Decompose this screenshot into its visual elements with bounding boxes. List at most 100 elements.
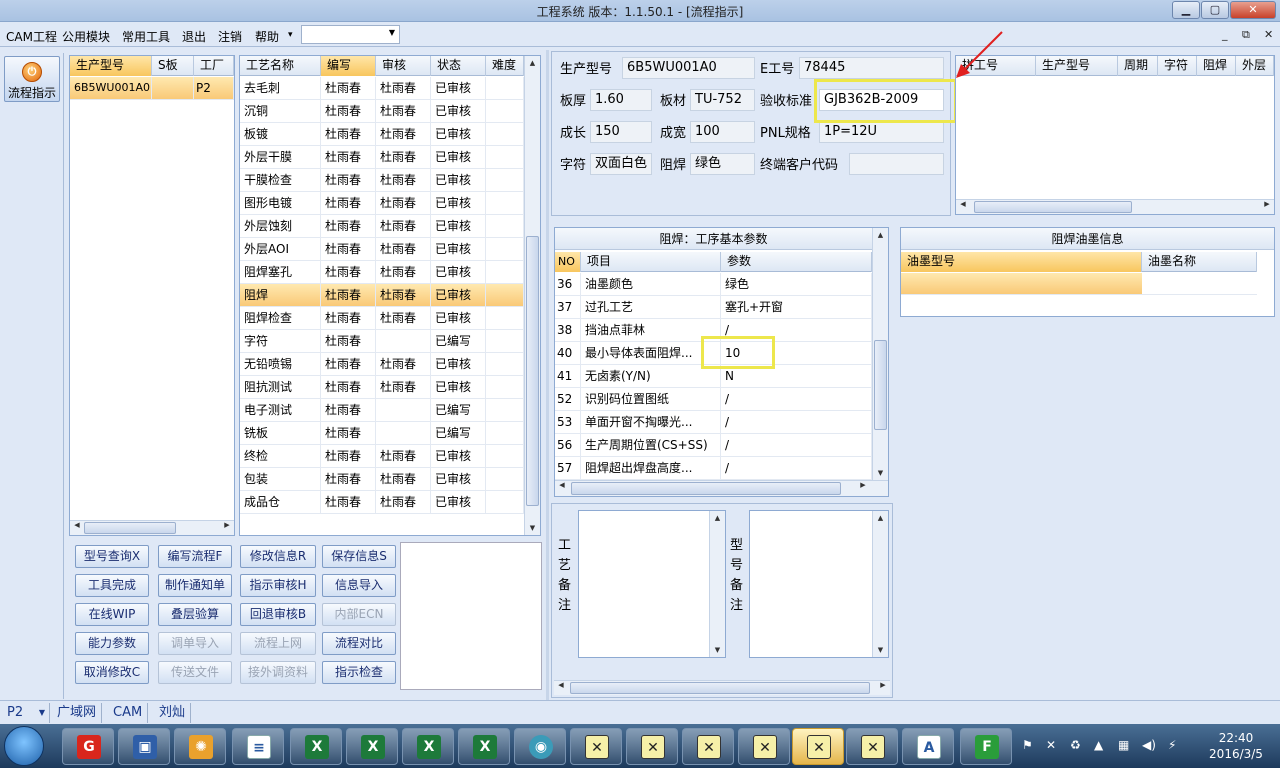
make-notice-button[interactable]: 制作通知单	[158, 574, 232, 597]
col-panel-model[interactable]: 生产型号	[1036, 56, 1118, 76]
menu-help[interactable]: 帮助	[255, 28, 279, 45]
col-cycle[interactable]: 周期	[1118, 56, 1158, 76]
product-list-hscroll[interactable]: ◀ ▶	[70, 520, 234, 535]
scroll-right-icon[interactable]: ▶	[856, 481, 870, 489]
process-row[interactable]: 无铅喷锡 杜雨春 杜雨春 已审核	[240, 353, 524, 376]
process-row[interactable]: 外层干膜 杜雨春 杜雨春 已审核	[240, 146, 524, 169]
field-customer[interactable]	[849, 153, 944, 175]
col-mask[interactable]: 阻焊	[1197, 56, 1236, 76]
order-import-button[interactable]: 调单导入	[158, 632, 232, 655]
menu-exit[interactable]: 退出	[182, 28, 206, 45]
send-file-button[interactable]: 传送文件	[158, 661, 232, 684]
taskbar-app-x4[interactable]: ✕	[738, 728, 790, 765]
internal-ecn-button[interactable]: 内部ECN	[322, 603, 396, 626]
process-row[interactable]: 板镀 杜雨春 杜雨春 已审核	[240, 123, 524, 146]
tray-x-icon[interactable]: ✕	[1046, 738, 1056, 752]
scroll-thumb[interactable]	[874, 340, 887, 430]
scroll-left-icon[interactable]: ◀	[555, 481, 569, 489]
field-pnl[interactable]: 1P=12U	[819, 121, 944, 143]
col-ink-model[interactable]: 油墨型号	[901, 252, 1142, 272]
model-notes-field[interactable]: ▲ ▼	[749, 510, 889, 658]
taskbar-app-3[interactable]: ✺	[174, 728, 226, 765]
col-model[interactable]: 生产型号	[70, 56, 152, 76]
field-model[interactable]: 6B5WU001A0	[622, 57, 755, 79]
taskbar-excel-3[interactable]: X	[402, 728, 454, 765]
menu-common-modules[interactable]: 公用模块	[62, 28, 110, 45]
process-row[interactable]: 电子测试 杜雨春 已编写	[240, 399, 524, 422]
taskbar-excel-2[interactable]: X	[346, 728, 398, 765]
col-s-board[interactable]: S板	[152, 56, 194, 76]
taskbar-app-x2[interactable]: ✕	[626, 728, 678, 765]
process-row[interactable]: 阻焊 杜雨春 杜雨春 已审核	[240, 284, 524, 307]
col-param[interactable]: 参数	[721, 252, 872, 272]
tray-flag-icon[interactable]: ⚑	[1022, 738, 1033, 752]
modify-info-button[interactable]: 修改信息R	[240, 545, 316, 568]
process-row[interactable]: 字符 杜雨春 已编写	[240, 330, 524, 353]
col-no[interactable]: NO	[555, 252, 581, 272]
menu-common-tools[interactable]: 常用工具	[122, 28, 170, 45]
col-process-name[interactable]: 工艺名称	[240, 56, 321, 76]
process-row[interactable]: 铣板 杜雨春 已编写	[240, 422, 524, 445]
process-row[interactable]: 阻抗测试 杜雨春 杜雨春 已审核	[240, 376, 524, 399]
param-row[interactable]: 52 识别码位置图纸 /	[555, 388, 872, 411]
save-info-button[interactable]: 保存信息S	[322, 545, 396, 568]
taskbar-excel-1[interactable]: X	[290, 728, 342, 765]
cancel-modify-button[interactable]: 取消修改C	[75, 661, 149, 684]
ink-row[interactable]	[901, 273, 1142, 295]
process-notes-field[interactable]: ▲ ▼	[578, 510, 726, 658]
scroll-left-icon[interactable]: ◀	[956, 200, 970, 208]
taskbar-excel-4[interactable]: X	[458, 728, 510, 765]
menu-cam[interactable]: CAM工程	[6, 28, 57, 45]
field-length[interactable]: 150	[590, 121, 652, 143]
scroll-thumb[interactable]	[526, 236, 539, 506]
scroll-down-icon[interactable]: ▼	[525, 521, 540, 535]
param-row[interactable]: 37 过孔工艺 塞孔+开窗	[555, 296, 872, 319]
process-row[interactable]: 图形电镀 杜雨春 杜雨春 已审核	[240, 192, 524, 215]
col-difficulty[interactable]: 难度	[486, 56, 524, 76]
taskbar-app-4[interactable]: ≡	[232, 728, 284, 765]
tray-network-icon[interactable]: ▦	[1118, 738, 1129, 752]
scroll-down-icon[interactable]: ▼	[873, 466, 888, 480]
scroll-up-icon[interactable]: ▲	[525, 56, 540, 70]
splitter[interactable]	[546, 50, 549, 700]
scroll-thumb[interactable]	[570, 682, 870, 694]
scroll-right-icon[interactable]: ▶	[1260, 200, 1274, 208]
scroll-down-icon[interactable]: ▼	[710, 643, 725, 657]
maximize-button[interactable]: ▢	[1201, 1, 1229, 19]
info-import-button[interactable]: 信息导入	[322, 574, 396, 597]
col-author[interactable]: 编写	[321, 56, 376, 76]
scroll-thumb[interactable]	[571, 482, 841, 495]
process-row[interactable]: 外层蚀刻 杜雨春 杜雨春 已审核	[240, 215, 524, 238]
field-material[interactable]: TU-752	[690, 89, 755, 111]
taskbar-app-fish[interactable]: ◉	[514, 728, 566, 765]
scroll-thumb[interactable]	[974, 201, 1132, 213]
ink-row-name[interactable]	[1142, 273, 1257, 295]
field-thickness[interactable]: 1.60	[590, 89, 652, 111]
col-status[interactable]: 状态	[431, 56, 486, 76]
param-row[interactable]: 53 单面开窗不掏曝光... /	[555, 411, 872, 434]
model-query-button[interactable]: 型号查询X	[75, 545, 149, 568]
tray-clock[interactable]: 22:40 2016/3/5	[1196, 730, 1276, 762]
instruction-review-button[interactable]: 指示审核H	[240, 574, 316, 597]
scroll-down-icon[interactable]: ▼	[873, 643, 888, 657]
minimize-button[interactable]: ▁	[1172, 1, 1200, 19]
scroll-up-icon[interactable]: ▲	[873, 511, 888, 525]
param-row[interactable]: 36 油墨颜色 绿色	[555, 273, 872, 296]
capability-params-button[interactable]: 能力参数	[75, 632, 149, 655]
tray-volume-icon[interactable]: ◀)	[1142, 738, 1156, 752]
mdi-close-icon[interactable]: ✕	[1264, 28, 1273, 41]
instruction-check-button[interactable]: 指示检查	[322, 661, 396, 684]
field-width[interactable]: 100	[690, 121, 755, 143]
scroll-left-icon[interactable]: ◀	[70, 521, 84, 529]
col-char[interactable]: 字符	[1158, 56, 1197, 76]
close-button[interactable]: ✕	[1230, 1, 1276, 19]
taskbar-app-x6[interactable]: ✕	[846, 728, 898, 765]
notes-hscroll[interactable]: ◀ ▶	[554, 680, 890, 695]
rollback-review-button[interactable]: 回退审核B	[240, 603, 316, 626]
menu-logout[interactable]: 注销	[218, 28, 242, 45]
process-row[interactable]: 阻焊塞孔 杜雨春 杜雨春 已审核	[240, 261, 524, 284]
param-row[interactable]: 56 生产周期位置(CS+SS) /	[555, 434, 872, 457]
process-row[interactable]: 沉铜 杜雨春 杜雨春 已审核	[240, 100, 524, 123]
tray-triangle-icon[interactable]: ▲	[1094, 738, 1103, 752]
process-row[interactable]: 包装 杜雨春 杜雨春 已审核	[240, 468, 524, 491]
